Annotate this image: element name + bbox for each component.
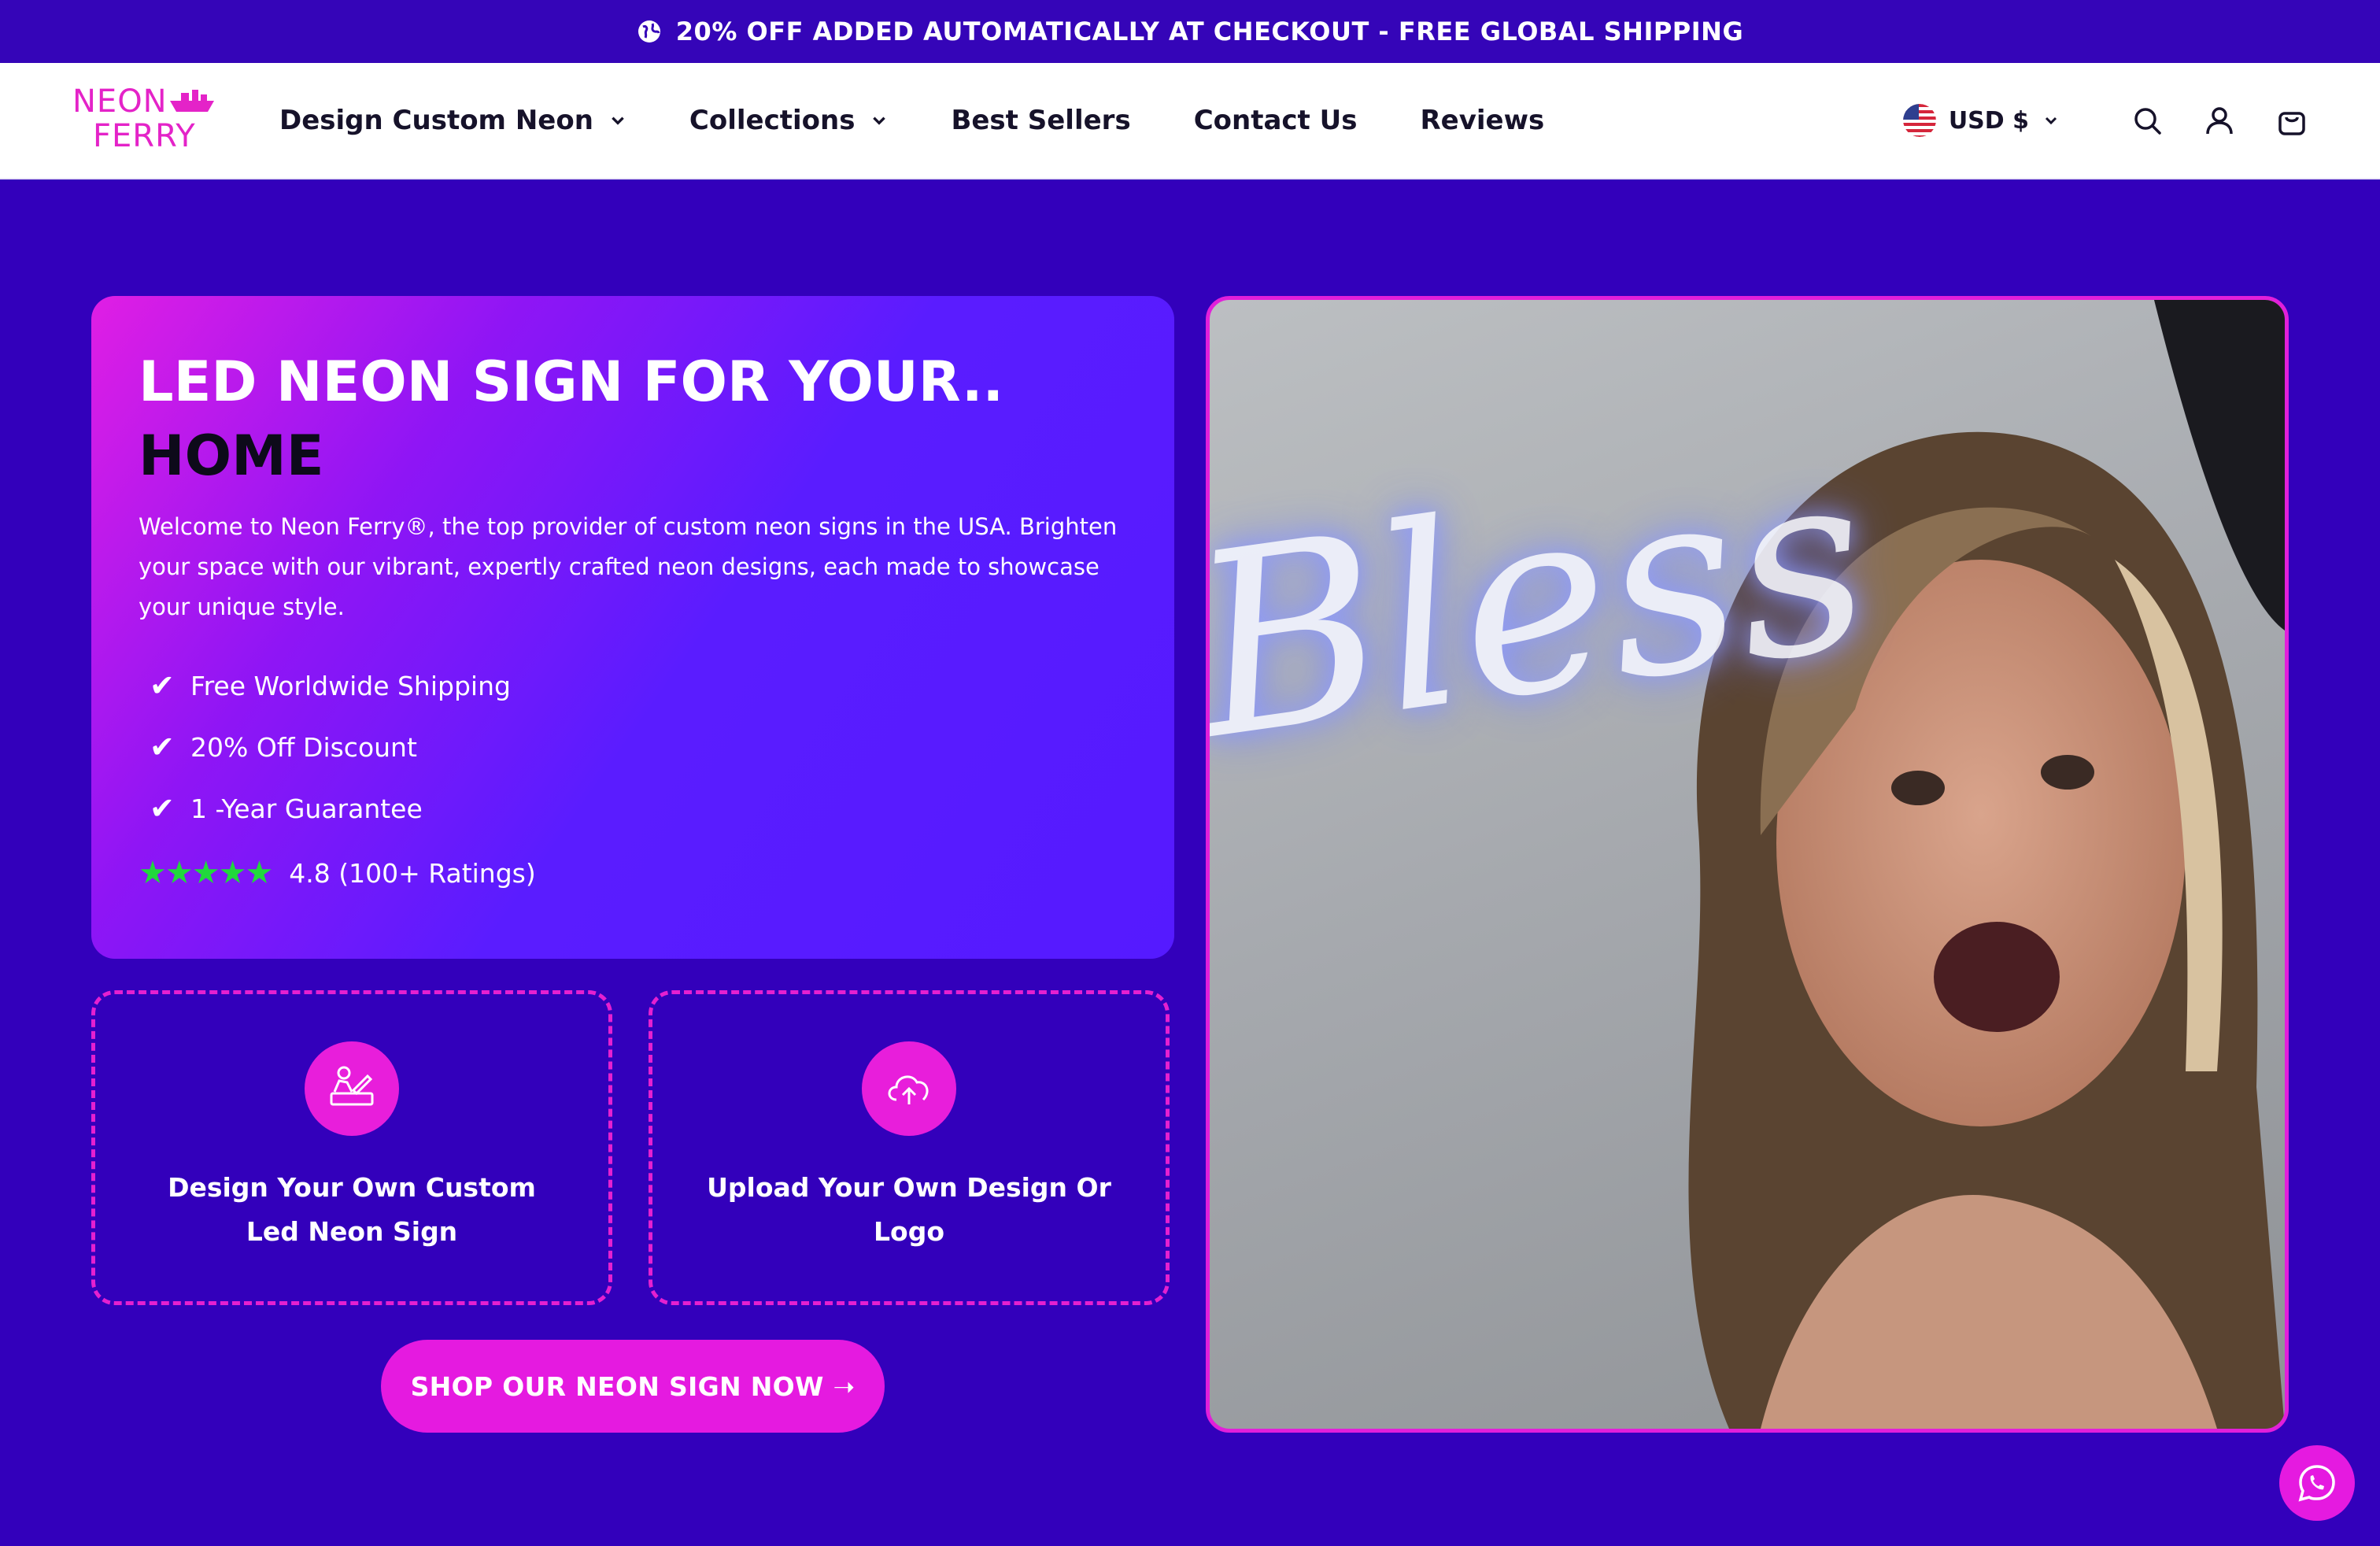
- upload-design-option[interactable]: Upload Your Own Design Or Logo: [649, 990, 1170, 1305]
- announcement-text: 20% OFF ADDED AUTOMATICALLY AT CHECKOUT …: [675, 17, 1744, 46]
- feature-item: ✔ 20% Off Discount: [150, 716, 511, 778]
- check-icon: ✔: [150, 730, 175, 764]
- nav-contact-us[interactable]: Contact Us: [1194, 105, 1358, 136]
- logo-line-1: NEON: [72, 83, 168, 120]
- feature-label: 20% Off Discount: [190, 731, 417, 763]
- rating-text: 4.8 (100+ Ratings): [289, 857, 536, 889]
- chevron-down-icon: [612, 117, 624, 125]
- option-label: Design Your Own Custom Led Neon Sign: [168, 1172, 536, 1247]
- search-icon[interactable]: [2131, 105, 2163, 136]
- check-icon: ✔: [150, 668, 175, 703]
- nav-label: Design Custom Neon: [279, 105, 593, 136]
- hero-title-line-2: HOME: [139, 423, 324, 488]
- site-header: NEON FERRY Design Custom Neon Collection…: [0, 63, 2380, 179]
- whatsapp-chat-button[interactable]: [2279, 1445, 2355, 1521]
- hero-video[interactable]: Bless: [1206, 296, 2289, 1433]
- currency-label: USD $: [1948, 106, 2029, 135]
- nav-label: Best Sellers: [951, 105, 1131, 136]
- nav-best-sellers[interactable]: Best Sellers: [951, 105, 1130, 136]
- feature-label: Free Worldwide Shipping: [190, 670, 511, 701]
- main-nav: Design Custom Neon Collections Best Sell…: [279, 63, 1607, 178]
- globe-icon: [638, 20, 660, 43]
- feature-item: ✔ Free Worldwide Shipping: [150, 655, 511, 716]
- cloud-upload-icon: [862, 1041, 956, 1136]
- check-icon: ✔: [150, 791, 175, 826]
- hero-description: Welcome to Neon Ferry®, the top provider…: [139, 513, 1118, 620]
- nav-label: Contact Us: [1193, 105, 1358, 136]
- announcement-bar: 20% OFF ADDED AUTOMATICALLY AT CHECKOUT …: [0, 0, 2380, 63]
- account-icon[interactable]: [2204, 105, 2235, 136]
- nav-collections[interactable]: Collections: [689, 105, 889, 136]
- chevron-down-icon: [873, 117, 886, 125]
- feature-list: ✔ Free Worldwide Shipping ✔ 20% Off Disc…: [150, 655, 511, 839]
- logo-line-2: FERRY: [93, 118, 196, 154]
- rating: ★★★★★ 4.8 (100+ Ratings): [139, 855, 536, 891]
- feature-label: 1 -Year Guarantee: [190, 793, 423, 824]
- nav-design-custom-neon[interactable]: Design Custom Neon: [279, 105, 626, 136]
- logo[interactable]: NEON FERRY: [72, 83, 218, 156]
- ship-icon: [170, 90, 214, 112]
- shop-now-button[interactable]: SHOP OUR NEON SIGN NOW ➝: [381, 1340, 885, 1433]
- nav-label: Reviews: [1420, 105, 1545, 136]
- cart-icon[interactable]: [2276, 105, 2308, 136]
- hero-title-line-1: LED NEON SIGN FOR YOUR..: [139, 350, 1004, 414]
- nav-reviews[interactable]: Reviews: [1421, 105, 1545, 136]
- chevron-down-icon: [2045, 117, 2057, 125]
- star-rating-icon: ★★★★★: [139, 855, 273, 891]
- header-actions: USD $: [1902, 63, 2308, 178]
- designer-icon: [305, 1041, 399, 1136]
- option-label: Upload Your Own Design Or Logo: [707, 1172, 1111, 1247]
- design-your-own-option[interactable]: Design Your Own Custom Led Neon Sign: [91, 990, 612, 1305]
- currency-selector[interactable]: USD $: [1902, 104, 2059, 137]
- feature-item: ✔ 1 -Year Guarantee: [150, 778, 511, 839]
- whatsapp-icon: [2298, 1465, 2335, 1502]
- nav-label: Collections: [689, 105, 856, 136]
- hero-title: LED NEON SIGN FOR YOUR.. HOME: [139, 345, 1003, 493]
- hero-card: LED NEON SIGN FOR YOUR.. HOME Welcome to…: [91, 296, 1174, 959]
- us-flag-icon: [1902, 104, 1936, 137]
